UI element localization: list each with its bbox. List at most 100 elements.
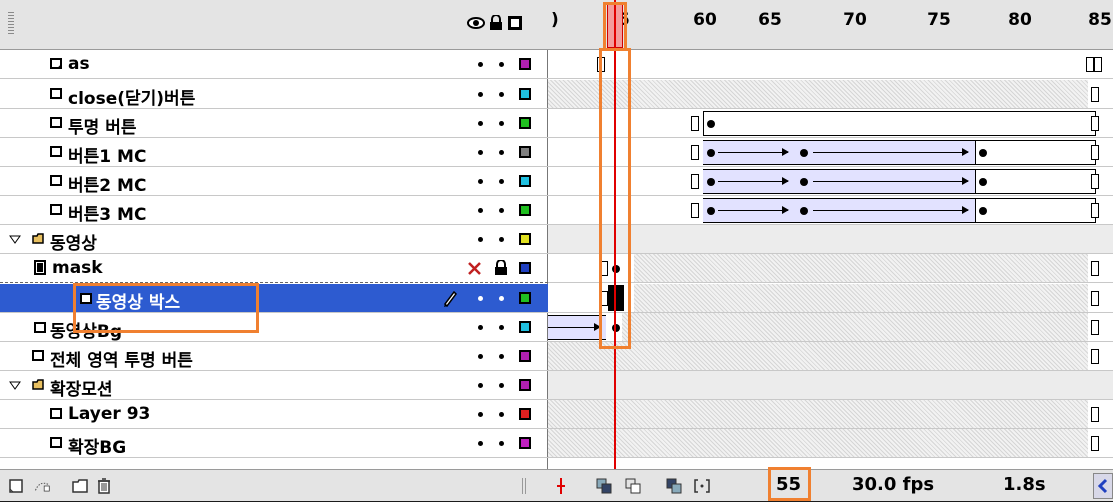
frame-row[interactable] <box>548 254 1113 283</box>
visibility-dot[interactable] <box>478 179 483 184</box>
keyframe-empty[interactable] <box>597 57 605 72</box>
keyframe-empty[interactable] <box>1091 349 1099 364</box>
lock-dot[interactable] <box>499 121 504 126</box>
lock-dot[interactable] <box>499 179 504 184</box>
layer-row-button3-mc[interactable]: 버튼3 MC <box>0 196 548 225</box>
frame-row[interactable] <box>548 196 1113 225</box>
visibility-dot[interactable] <box>478 296 483 301</box>
visibility-dot[interactable] <box>478 383 483 388</box>
outline-color-swatch[interactable] <box>519 350 531 362</box>
layer-row-layer-93[interactable]: Layer 93 <box>0 400 548 429</box>
keyframe-empty[interactable] <box>691 145 699 160</box>
keyframe[interactable] <box>707 178 715 186</box>
outline-color-swatch[interactable] <box>519 437 531 449</box>
lock-dot[interactable] <box>499 92 504 97</box>
keyframe[interactable] <box>800 149 808 157</box>
lock-dot[interactable] <box>499 208 504 213</box>
keyframe-empty[interactable] <box>1091 407 1099 422</box>
timeline-frames[interactable] <box>548 50 1113 469</box>
lock-dot[interactable] <box>499 441 504 446</box>
frame-row[interactable] <box>548 109 1113 138</box>
lock-dot[interactable] <box>499 62 504 67</box>
frame-row[interactable] <box>548 138 1113 167</box>
frame-row[interactable] <box>548 284 1113 313</box>
onion-skin-icon[interactable] <box>596 478 612 494</box>
layer-row-transparent-button[interactable]: 투명 버튼 <box>0 109 548 138</box>
keyframe[interactable] <box>979 149 987 157</box>
outline-color-swatch[interactable] <box>519 146 531 158</box>
new-layer-icon[interactable] <box>8 478 24 494</box>
frame-row[interactable] <box>548 80 1113 109</box>
eye-icon[interactable] <box>467 14 485 32</box>
layer-row-mask[interactable]: mask <box>0 254 548 283</box>
keyframe-empty[interactable] <box>600 291 608 306</box>
keyframe-empty[interactable] <box>1091 320 1099 335</box>
lock-dot[interactable] <box>499 354 504 359</box>
onion-markers-icon[interactable] <box>694 478 710 494</box>
playhead-line[interactable] <box>614 0 616 501</box>
hidden-x-icon[interactable] <box>467 261 482 276</box>
keyframe-empty[interactable] <box>1091 291 1099 306</box>
visibility-dot[interactable] <box>478 121 483 126</box>
outline-color-swatch[interactable] <box>519 262 531 274</box>
frame-row[interactable] <box>548 167 1113 196</box>
layer-row-as[interactable]: as <box>0 50 548 79</box>
locked-icon[interactable] <box>494 260 508 276</box>
keyframe-empty[interactable] <box>1091 261 1099 276</box>
visibility-dot[interactable] <box>478 237 483 242</box>
keyframe[interactable] <box>707 149 715 157</box>
chevron-down-icon[interactable] <box>9 381 21 390</box>
layer-row-expand-bg[interactable]: 확장BG <box>0 429 548 458</box>
frame-ruler[interactable]: 55 60 65 70 75 80 85 <box>548 0 1113 50</box>
layer-row-video-box[interactable]: 동영상 박스 <box>0 284 548 313</box>
outline-color-swatch[interactable] <box>519 233 531 245</box>
outline-color-swatch[interactable] <box>519 292 531 304</box>
keyframe-empty[interactable] <box>1091 203 1099 218</box>
add-guide-icon[interactable] <box>34 478 50 494</box>
lock-dot[interactable] <box>499 325 504 330</box>
outline-icon[interactable] <box>506 14 524 32</box>
layer-row-button2-mc[interactable]: 버튼2 MC <box>0 167 548 196</box>
outline-color-swatch[interactable] <box>519 88 531 100</box>
lock-dot[interactable] <box>499 296 504 301</box>
resize-grip[interactable] <box>522 478 528 494</box>
selected-frame[interactable] <box>608 285 624 311</box>
keyframe-empty[interactable] <box>1091 436 1099 451</box>
keyframe-empty[interactable] <box>1091 87 1099 102</box>
scroll-left-button[interactable] <box>1093 473 1113 499</box>
frame-row[interactable] <box>548 371 1113 400</box>
outline-color-swatch[interactable] <box>519 58 531 70</box>
frame-row[interactable] <box>548 342 1113 371</box>
keyframe[interactable] <box>800 207 808 215</box>
keyframe-empty[interactable] <box>1094 57 1102 72</box>
frame-row[interactable] <box>548 50 1113 79</box>
panel-grip-handle[interactable] <box>8 12 14 36</box>
edit-multiple-icon[interactable] <box>666 478 682 494</box>
layer-row-expand-motion-folder[interactable]: 확장모션 <box>0 371 548 400</box>
visibility-dot[interactable] <box>478 92 483 97</box>
keyframe-empty[interactable] <box>691 203 699 218</box>
layer-row-full-area-button[interactable]: 전체 영역 투명 버튼 <box>0 342 548 371</box>
outline-color-swatch[interactable] <box>519 175 531 187</box>
lock-dot[interactable] <box>499 383 504 388</box>
onion-outline-icon[interactable] <box>625 478 641 494</box>
outline-color-swatch[interactable] <box>519 117 531 129</box>
layer-row-video-bg[interactable]: 동영상Bg <box>0 313 548 342</box>
trash-icon[interactable] <box>96 478 112 494</box>
layer-row-close-button[interactable]: close(닫기)버튼 <box>0 80 548 109</box>
lock-dot[interactable] <box>499 237 504 242</box>
lock-dot[interactable] <box>499 412 504 417</box>
keyframe[interactable] <box>979 207 987 215</box>
chevron-down-icon[interactable] <box>9 235 21 244</box>
keyframe-empty[interactable] <box>600 261 608 276</box>
lock-dot[interactable] <box>499 150 504 155</box>
visibility-dot[interactable] <box>478 150 483 155</box>
outline-color-swatch[interactable] <box>519 204 531 216</box>
outline-color-swatch[interactable] <box>519 408 531 420</box>
layer-row-video-folder[interactable]: 동영상 <box>0 225 548 254</box>
outline-color-swatch[interactable] <box>519 379 531 391</box>
visibility-dot[interactable] <box>478 208 483 213</box>
new-folder-icon[interactable] <box>72 478 88 494</box>
outline-color-swatch[interactable] <box>519 321 531 333</box>
visibility-dot[interactable] <box>478 354 483 359</box>
